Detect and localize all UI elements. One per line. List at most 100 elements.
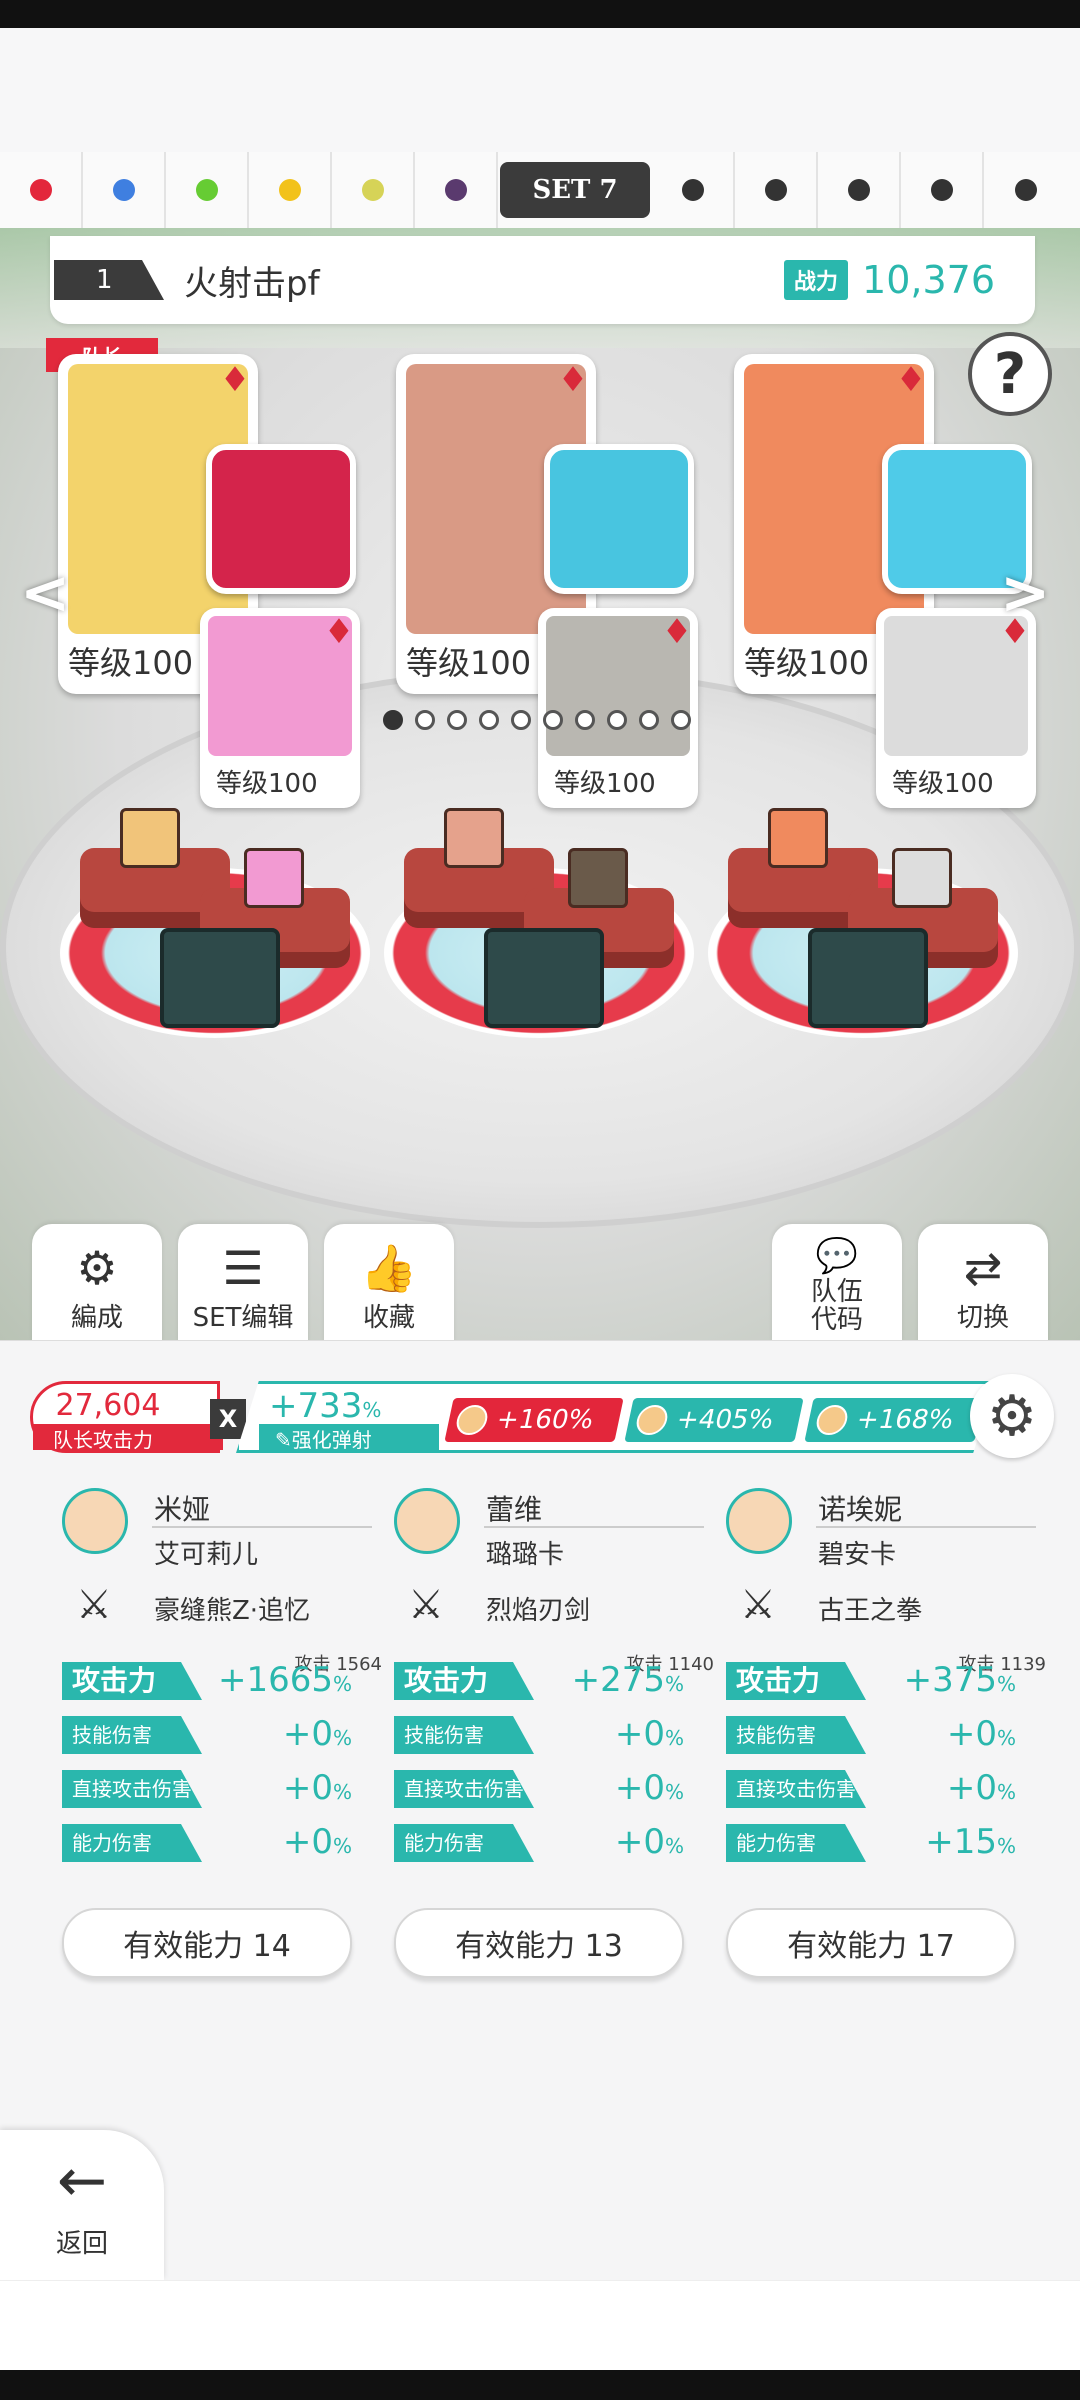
top-spacer	[0, 28, 1080, 152]
team-name-bar[interactable]: 1 火射击pf 战力 10,376	[50, 236, 1035, 324]
sub-card-2[interactable]: ♦ 等级100	[538, 608, 698, 808]
set-tab-6[interactable]	[415, 152, 498, 228]
set-edit-button[interactable]: ☰ SET编辑	[178, 1224, 308, 1344]
set-tab-3[interactable]	[166, 152, 249, 228]
avatar[interactable]	[726, 1488, 792, 1554]
set-dot	[930, 179, 953, 201]
weapon-name: 豪缝熊Z·追忆	[154, 1596, 311, 1626]
set-tab-active[interactable]: SET 7	[498, 152, 652, 228]
set-tab-5[interactable]	[332, 152, 415, 228]
set-tab-4[interactable]	[249, 152, 332, 228]
stat-row: 技能伤害 +0%	[726, 1712, 1016, 1758]
favorites-button[interactable]: 👍 收藏	[324, 1224, 454, 1344]
diamond-suit-icon: ♦	[323, 612, 355, 652]
prev-arrow-icon[interactable]: <	[20, 558, 70, 628]
stat-value: +0%	[947, 1768, 1016, 1808]
stat-value: +375%	[904, 1660, 1016, 1700]
set-tab-11[interactable]	[901, 152, 984, 228]
set-tab-2[interactable]	[83, 152, 166, 228]
sub-card-3[interactable]: ♦ 等级100	[876, 608, 1036, 808]
team-code-button[interactable]: 💬 队伍 代码	[772, 1224, 902, 1344]
avatar	[633, 1405, 671, 1435]
set-tab-1[interactable]	[0, 152, 83, 228]
weapon-chest	[160, 928, 280, 1028]
page-dot[interactable]	[575, 710, 595, 730]
set-tabs: SET 7	[0, 152, 1080, 228]
status-bar	[0, 0, 1080, 28]
stat-value-number: +0	[614, 1822, 665, 1862]
page-dot[interactable]	[543, 710, 563, 730]
diamond-suit-icon: ♦	[219, 360, 251, 400]
set-tab-12[interactable]	[984, 152, 1067, 228]
power-value: 10,376	[862, 258, 995, 302]
avatar[interactable]	[394, 1488, 460, 1554]
attack-summary: 27,604 队长攻击力 X +733% ✎强化弹射 +160% +405% +…	[30, 1381, 1030, 1461]
multiply-sign: X	[210, 1399, 246, 1439]
page-dot[interactable]	[511, 710, 531, 730]
percent-unit: %	[664, 1780, 684, 1804]
pixel-character	[768, 808, 828, 868]
percent-unit: %	[996, 1672, 1016, 1696]
page-dot[interactable]	[447, 710, 467, 730]
diamond-suit-icon: ♦	[895, 360, 927, 400]
stat-label: 能力伤害	[62, 1824, 202, 1862]
member-name: 米娅	[154, 1493, 211, 1526]
sub-level: 等级100	[892, 769, 994, 799]
member-buff-chip: +168%	[804, 1398, 984, 1442]
member-name: 诺埃妮	[818, 1493, 903, 1526]
percent-unit: %	[332, 1672, 352, 1696]
stat-label: 能力伤害	[394, 1824, 534, 1862]
pixel-character	[244, 848, 304, 908]
stat-label: 技能伤害	[62, 1716, 202, 1754]
page-dot[interactable]	[671, 710, 691, 730]
effective-ability-button-1[interactable]: 有效能力 14	[62, 1908, 352, 1978]
leader-attack-value: 27,604	[55, 1388, 161, 1423]
avatar[interactable]	[62, 1488, 128, 1554]
hero-level: 等级100	[744, 644, 870, 682]
page-dot[interactable]	[607, 710, 627, 730]
flame-sword-icon[interactable]	[544, 444, 694, 594]
avatar	[453, 1405, 491, 1435]
stat-row: 攻击力 +375%	[726, 1658, 1016, 1704]
page-dot[interactable]	[479, 710, 499, 730]
percent-unit: %	[996, 1780, 1016, 1804]
stat-value: +0%	[615, 1768, 684, 1808]
page-dot[interactable]	[639, 710, 659, 730]
stat-row: 直接攻击伤害 +0%	[394, 1766, 684, 1812]
help-button[interactable]: ?	[968, 332, 1052, 416]
stat-label: 直接攻击伤害	[62, 1770, 202, 1808]
page-dot[interactable]	[415, 710, 435, 730]
sub-member-name: 璐璐卡	[486, 1540, 565, 1570]
percent-unit: %	[996, 1726, 1016, 1750]
page-dot[interactable]	[383, 710, 403, 730]
stat-value: +0%	[615, 1822, 684, 1862]
set-tab-label: SET 7	[500, 162, 650, 218]
set-tab-10[interactable]	[818, 152, 901, 228]
sub-card-1[interactable]: ♦ 等级100	[200, 608, 360, 808]
hero-level: 等级100	[406, 644, 532, 682]
set-tab-9[interactable]	[735, 152, 818, 228]
leader-attack-label: 队长攻击力	[33, 1424, 223, 1452]
effective-ability-label: 有效能力 13	[455, 1929, 623, 1964]
back-button[interactable]: ← 返回	[0, 2130, 164, 2280]
effective-ability-button-2[interactable]: 有效能力 13	[394, 1908, 684, 1978]
divider	[152, 1526, 372, 1528]
set-color-dot	[361, 179, 384, 201]
set-color-dot	[444, 179, 467, 201]
stat-row: 技能伤害 +0%	[394, 1712, 684, 1758]
pixel-character	[120, 808, 180, 868]
settings-gear-button[interactable]: ⚙	[970, 1374, 1054, 1458]
switch-button[interactable]: ⇄ 切换	[918, 1224, 1048, 1344]
stat-row: 直接攻击伤害 +0%	[726, 1766, 1016, 1812]
stat-label: 能力伤害	[726, 1824, 866, 1862]
stat-label: 攻击力	[62, 1662, 202, 1700]
next-arrow-icon[interactable]: >	[1000, 558, 1050, 628]
percent-unit: %	[664, 1726, 684, 1750]
power-label: 战力	[784, 260, 849, 300]
set-tab-8[interactable]	[652, 152, 735, 228]
nav-strip	[0, 2370, 1080, 2400]
formation-button[interactable]: ⚙ 編成	[32, 1224, 162, 1344]
team-scene: 1 火射击pf 战力 10,376 ? 队长 ♦ 等级100 ♦ 等级100 ♦…	[0, 228, 1080, 1340]
effective-ability-button-3[interactable]: 有效能力 17	[726, 1908, 1016, 1978]
red-gauntlet-icon[interactable]	[206, 444, 356, 594]
